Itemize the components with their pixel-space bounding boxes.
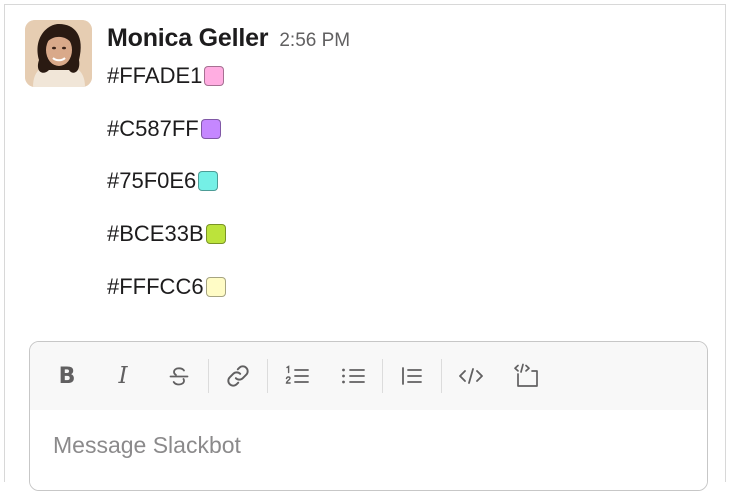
italic-icon: I: [118, 363, 128, 389]
formatting-toolbar: B I: [30, 342, 707, 410]
color-swatch: [204, 66, 225, 86]
toolbar-divider: [382, 359, 383, 393]
message-input[interactable]: Message Slackbot: [30, 410, 707, 490]
bulleted-list-button[interactable]: [330, 356, 376, 396]
color-swatch: [200, 119, 221, 139]
toolbar-divider: [208, 359, 209, 393]
author-name[interactable]: Monica Geller: [107, 24, 269, 53]
message-composer: B I Message Slackbot: [29, 341, 708, 491]
avatar[interactable]: [25, 20, 92, 87]
timestamp[interactable]: 2:56 PM: [279, 30, 350, 52]
color-line: #75F0E6: [107, 166, 219, 196]
toolbar-divider: [441, 359, 442, 393]
blockquote-icon: [402, 367, 422, 385]
color-swatch: [205, 277, 226, 297]
color-hex: #FFFCC6: [107, 274, 204, 299]
color-hex: #75F0E6: [107, 168, 197, 193]
bold-button[interactable]: B: [44, 356, 90, 396]
color-line: #BCE33B: [107, 219, 226, 249]
color-hex: #FFADE1: [107, 63, 203, 88]
toolbar-divider: [267, 359, 268, 393]
ordered-list-icon: [285, 365, 309, 384]
link-button[interactable]: [215, 356, 261, 396]
ordered-list-button[interactable]: [274, 356, 320, 396]
code-block-button[interactable]: [504, 356, 550, 396]
code-block-icon: [514, 363, 538, 387]
bold-icon: B: [58, 363, 76, 389]
strikethrough-icon: [169, 367, 189, 386]
color-hex: #BCE33B: [107, 221, 204, 246]
color-swatch: [198, 171, 219, 191]
message-placeholder: Message Slackbot: [53, 432, 241, 458]
bulleted-list-icon: [342, 368, 365, 384]
color-swatch: [205, 224, 226, 244]
blockquote-button[interactable]: [389, 356, 435, 396]
color-line: #C587FF: [107, 114, 221, 144]
color-line: #FFFCC6: [107, 272, 226, 302]
code-button[interactable]: [448, 356, 494, 396]
message-header: Monica Geller 2:56 PM: [107, 24, 350, 53]
link-icon: [227, 365, 249, 387]
color-hex: #C587FF: [107, 116, 199, 141]
code-icon: [459, 368, 483, 384]
italic-button[interactable]: I: [100, 356, 146, 396]
color-line: #FFADE1: [107, 61, 225, 91]
strikethrough-button[interactable]: [156, 356, 202, 396]
